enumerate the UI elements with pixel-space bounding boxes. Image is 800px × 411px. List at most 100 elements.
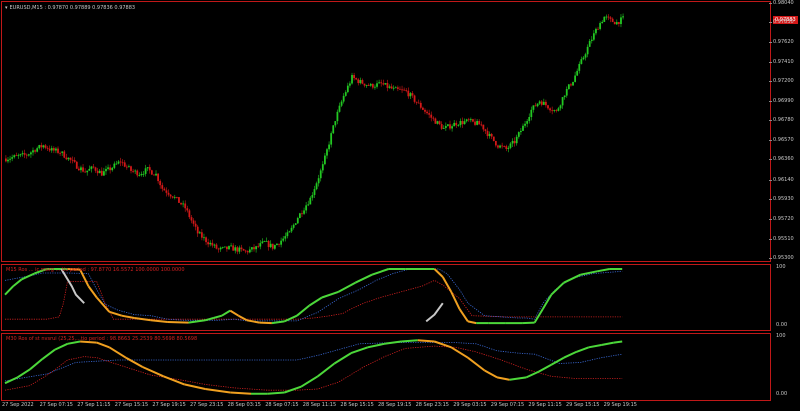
- candle-body: [617, 22, 620, 25]
- candle-body: [457, 125, 460, 126]
- candle-body: [538, 101, 541, 104]
- candlestick-chart[interactable]: [2, 2, 770, 261]
- oscillator-up-segment: [284, 385, 302, 394]
- candle-body: [411, 93, 414, 96]
- oscillator-up-segment: [550, 281, 565, 296]
- candle-body: [192, 220, 195, 224]
- oscillator-down-segment: [484, 369, 498, 379]
- candle-body: [7, 159, 9, 162]
- price-tick-label: 0.97200: [769, 78, 794, 85]
- candle-body: [188, 210, 191, 218]
- candle-body: [15, 155, 18, 157]
- indicator1-max-label: 100: [776, 264, 786, 270]
- candle-body: [592, 33, 595, 40]
- candle-body: [438, 121, 441, 125]
- candle-body: [513, 140, 516, 144]
- oscillator-down-segment: [433, 268, 444, 278]
- candle-body: [434, 118, 437, 124]
- price-tick-label: 0.95510: [769, 235, 794, 242]
- candle-body: [428, 113, 431, 115]
- candle-body: [555, 110, 558, 112]
- candle-body: [102, 171, 105, 176]
- candle-body: [257, 246, 260, 248]
- oscillator-up-segment: [563, 273, 581, 284]
- candle-body: [503, 146, 506, 147]
- candle-body: [349, 83, 351, 86]
- candle-body: [351, 75, 353, 84]
- candle-body: [530, 109, 533, 117]
- candle-body: [490, 133, 493, 137]
- candle-body: [369, 83, 372, 86]
- candle-body: [313, 189, 316, 195]
- candle-body: [336, 111, 339, 122]
- candle-body: [138, 175, 141, 176]
- candle-body: [567, 84, 570, 90]
- indicator2-pane[interactable]: M30 Ros of st nvsrui (25,25,...tio perio…: [1, 333, 771, 401]
- candle-body: [578, 63, 581, 71]
- red-signal-line: [4, 345, 623, 391]
- candle-body: [17, 155, 20, 157]
- candle-body: [376, 83, 378, 87]
- candle-body: [326, 149, 328, 156]
- candle-body: [317, 178, 320, 184]
- candle-body: [90, 166, 93, 169]
- candle-body: [620, 17, 622, 25]
- indicator2-label: M30 Ros of st nvsrui (25,25,...tio perio…: [6, 336, 198, 342]
- candle-body: [534, 105, 537, 107]
- candle-body: [542, 101, 545, 105]
- candle-body: [371, 83, 374, 88]
- candle-body: [432, 117, 435, 119]
- candle-body: [13, 155, 16, 158]
- candle-body: [576, 70, 579, 76]
- candle-body: [248, 249, 251, 253]
- candle-body: [405, 90, 408, 91]
- candle-body: [146, 167, 149, 169]
- oscillator-up-segment: [267, 391, 285, 395]
- candle-body: [169, 194, 172, 197]
- symbol-info-label: ▾ EURUSD,M15 : 0.97870 0.97889 0.97836 0.…: [5, 5, 135, 11]
- candle-body: [492, 136, 495, 142]
- candle-body: [280, 240, 283, 245]
- oscillator-down-segment: [467, 356, 486, 372]
- dropdown-arrow-icon[interactable]: ▾: [5, 5, 8, 11]
- indicator1-chart[interactable]: [2, 265, 770, 330]
- oscillator-neutral-segment: [425, 302, 444, 323]
- candle-body: [30, 152, 32, 155]
- candle-body: [69, 157, 72, 160]
- candle-body: [390, 86, 393, 89]
- candle-body: [259, 243, 262, 247]
- time-axis-label: 27 Sep 19:15: [152, 402, 186, 408]
- candle-body: [574, 75, 577, 82]
- oscillator-down-segment: [108, 346, 127, 359]
- candle-body: [334, 121, 337, 126]
- candle-body: [34, 150, 36, 152]
- candle-body: [94, 167, 97, 171]
- candle-body: [311, 194, 314, 198]
- candle-body: [36, 148, 39, 152]
- candle-body: [236, 247, 239, 252]
- candle-body: [467, 119, 470, 121]
- candle-body: [388, 86, 391, 88]
- candle-body: [359, 80, 362, 84]
- time-axis[interactable]: 27 Sep 2022 27 Sep 07:15 27 Sep 11:15 27 Se…: [0, 400, 770, 411]
- candle-body: [48, 148, 51, 151]
- candle-body: [324, 155, 326, 165]
- candle-body: [382, 83, 385, 85]
- oscillator-down-segment: [87, 285, 98, 299]
- candle-body: [251, 247, 253, 250]
- candle-body: [499, 145, 501, 148]
- time-axis-label: 27 Sep 11:15: [77, 402, 111, 408]
- candle-body: [296, 218, 299, 224]
- time-axis-label: 27 Sep 2022: [2, 402, 34, 408]
- candle-body: [590, 39, 593, 42]
- price-chart-pane[interactable]: ▾ EURUSD,M15 : 0.97870 0.97889 0.97836 0.…: [1, 1, 771, 262]
- indicator1-pane[interactable]: M15 Ros ... ic marg ... tio period : 97.…: [1, 264, 771, 331]
- oscillator-up-segment: [384, 340, 402, 345]
- candle-body: [292, 224, 295, 228]
- candle-body: [63, 151, 66, 158]
- candle-body: [507, 147, 510, 149]
- candle-body: [194, 223, 197, 227]
- candle-body: [238, 247, 241, 252]
- indicator2-chart[interactable]: [2, 334, 770, 400]
- candle-body: [459, 120, 462, 126]
